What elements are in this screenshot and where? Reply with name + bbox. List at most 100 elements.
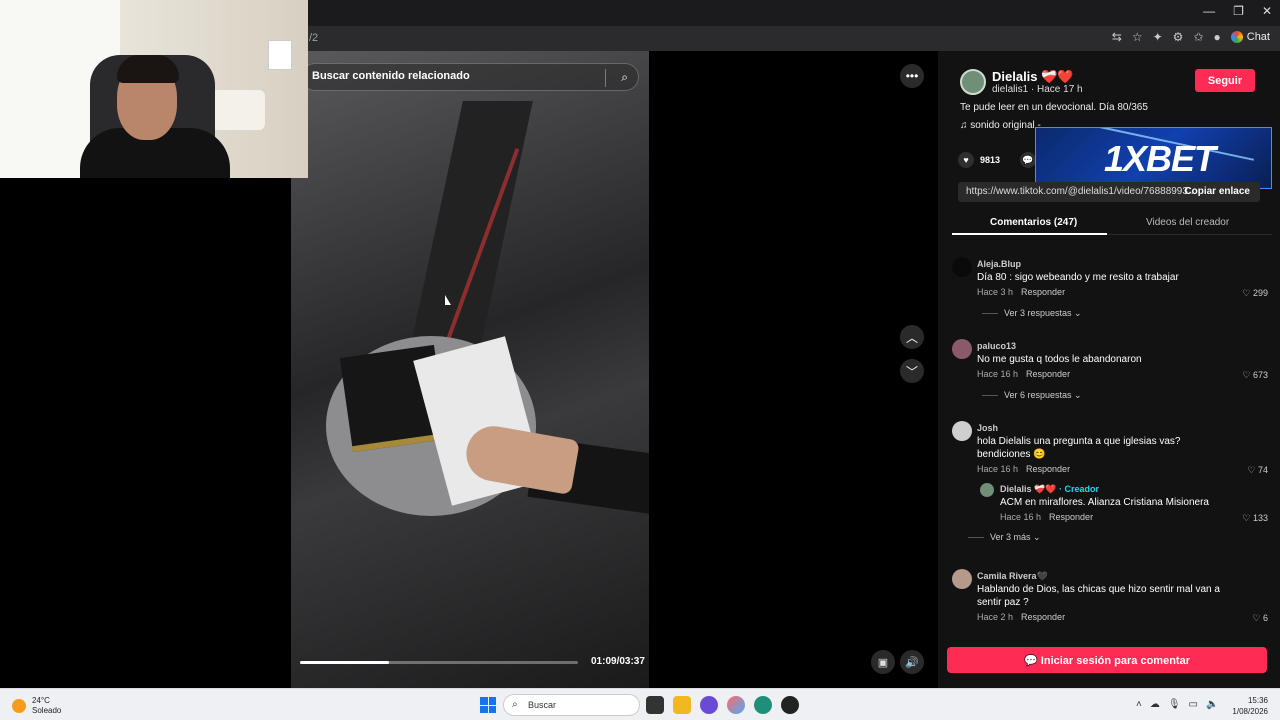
webcam-person-hair — [117, 55, 179, 83]
more-options-icon[interactable]: ••• — [900, 64, 924, 88]
translate-icon[interactable]: ⇆ — [1112, 30, 1122, 44]
login-label: Iniciar sesión para comentar — [1040, 654, 1190, 667]
previous-video-icon[interactable]: ︿ — [900, 325, 924, 349]
comment-avatar[interactable] — [952, 421, 972, 441]
profile-icon[interactable]: ● — [1214, 30, 1221, 44]
start-button-icon[interactable] — [480, 697, 496, 713]
login-to-comment-button[interactable]: 💬 Iniciar sesión para comentar — [947, 647, 1267, 673]
comment-username[interactable]: Aleja.Blup — [977, 259, 1021, 269]
url-text[interactable]: /2 — [309, 32, 318, 44]
video-progress-bar[interactable] — [300, 661, 578, 664]
taskbar-search-label: Buscar — [528, 700, 557, 710]
comment-text: No me gusta q todos le abandonaron — [977, 354, 1142, 365]
comment-like-count: 74 — [1257, 465, 1268, 475]
comment-like[interactable]: ♡ 74 — [1247, 465, 1268, 476]
comment-like[interactable]: ♡ 299 — [1242, 288, 1268, 299]
collections-icon[interactable]: ⚙ — [1173, 30, 1184, 44]
taskbar-clock[interactable]: 15:36 1/08/2026 — [1232, 695, 1268, 717]
weather-widget[interactable]: 24°C Soleado — [12, 696, 61, 716]
comment-like-count: 6 — [1262, 613, 1268, 623]
comment-time: Hace 16 h — [1000, 512, 1042, 522]
view-replies-button[interactable]: Ver 6 respuestas ⌄ — [982, 390, 1082, 401]
comment-time: Hace 16 h — [977, 464, 1019, 474]
details-panel: Dielalis ❤️‍🩹❤️ dielalis1 · Hace 17 h Se… — [938, 51, 1280, 688]
speaker-icon[interactable]: 🔈 — [1206, 699, 1218, 710]
comment-like[interactable]: ♡ 133 — [1242, 513, 1268, 524]
sun-icon — [12, 699, 26, 713]
comment-time: Hace 2 h — [977, 612, 1014, 622]
comment-avatar[interactable] — [952, 339, 972, 359]
author-handle: dielalis1 · Hace 17 h — [992, 84, 1083, 95]
obs-icon[interactable] — [781, 696, 799, 714]
maximize-button[interactable]: ❐ — [1233, 4, 1244, 18]
search-icon[interactable]: ⌕ — [621, 70, 628, 85]
comment-time: Hace 16 h — [977, 369, 1019, 379]
share-link-row: https://www.tiktok.com/@dielalis1/video/… — [958, 182, 1260, 202]
mouse-cursor — [445, 295, 451, 305]
follow-button[interactable]: Seguir — [1195, 69, 1255, 92]
reply-button[interactable]: Responder — [1021, 612, 1065, 622]
comment-text: Día 80 : sigo webeando y me resito a tra… — [977, 272, 1179, 283]
copy-link-button[interactable]: Copiar enlace — [1184, 186, 1250, 197]
comment-username[interactable]: paluco13 — [977, 341, 1016, 351]
video-description: Te pude leer en un devocional. Día 80/36… — [960, 102, 1148, 113]
view-more-replies-button[interactable]: Ver 3 más ⌄ — [968, 532, 1041, 543]
extensions-icon[interactable]: ✦ — [1153, 30, 1163, 44]
reply-button[interactable]: Responder — [1026, 369, 1070, 379]
comment-like[interactable]: ♡ 673 — [1242, 370, 1268, 381]
floating-player-icon[interactable]: ▣ — [871, 650, 895, 674]
window-controls: — ❐ ✕ — [1203, 4, 1272, 18]
comment-list: Aleja.Blup Día 80 : sigo webeando y me r… — [938, 247, 1280, 635]
browser-toolbar: ⇆ ☆ ✦ ⚙ ✩ ● Chat — [1112, 30, 1270, 44]
display-icon[interactable]: ▭ — [1189, 699, 1198, 710]
comment-avatar[interactable] — [952, 569, 972, 589]
chevron-up-icon[interactable]: ˄ — [1136, 699, 1142, 710]
comment-like-count: 133 — [1252, 513, 1268, 523]
engagement-stats: ♥ 9813 💬 — [958, 152, 1037, 168]
video-player[interactable] — [291, 51, 649, 688]
author-avatar[interactable] — [960, 69, 986, 95]
copilot-icon[interactable] — [727, 696, 745, 714]
comment-avatar[interactable] — [952, 257, 972, 277]
task-view-icon[interactable] — [646, 696, 664, 714]
edge-browser-icon[interactable] — [754, 696, 772, 714]
reply-button[interactable]: Responder — [1049, 512, 1093, 522]
close-button[interactable]: ✕ — [1262, 4, 1272, 18]
comment-icon[interactable]: 💬 — [1020, 152, 1037, 168]
view-replies-button[interactable]: Ver 3 respuestas ⌄ — [982, 308, 1082, 319]
sound-link[interactable]: ♫ sonido original - — [960, 120, 1041, 131]
comment-meta: Hace 2 h Responder — [977, 612, 1065, 622]
comment-meta: Hace 16 h Responder — [1000, 512, 1093, 522]
related-search: ⌕ — [301, 63, 639, 91]
comment-avatar[interactable] — [980, 483, 994, 497]
comment-username[interactable]: Dielalis ❤️‍🩹❤️ · Creador — [1000, 484, 1099, 495]
comment-like[interactable]: ♡ 6 — [1252, 613, 1268, 624]
taskbar-search[interactable]: ⌕ Buscar — [503, 694, 640, 716]
next-video-icon[interactable]: ﹀ — [900, 359, 924, 383]
reply-button[interactable]: Responder — [1021, 287, 1065, 297]
favorites-icon[interactable]: ✩ — [1193, 30, 1203, 44]
video-progress-fill — [300, 661, 389, 664]
share-url[interactable]: https://www.tiktok.com/@dielalis1/video/… — [966, 186, 1196, 197]
panel-tabs: Comentarios (247) Videos del creador — [952, 213, 1272, 235]
microphone-icon[interactable]: 🎙 — [1168, 699, 1181, 710]
tab-creator-videos[interactable]: Videos del creador — [1146, 217, 1229, 228]
reply-button[interactable]: Responder — [1026, 464, 1070, 474]
ad-banner[interactable]: 1XBET — [1035, 127, 1272, 189]
comment-username[interactable]: Camila Rivera🖤 — [977, 571, 1048, 582]
minimize-button[interactable]: — — [1203, 4, 1215, 18]
file-explorer-icon[interactable] — [673, 696, 691, 714]
volume-icon[interactable]: 🔊 — [900, 650, 924, 674]
author-name[interactable]: Dielalis ❤️‍🩹❤️ — [992, 69, 1074, 85]
active-tab-indicator — [952, 233, 1107, 235]
comment-like-count: 299 — [1252, 288, 1268, 298]
discord-icon[interactable] — [700, 696, 718, 714]
tab-comments[interactable]: Comentarios (247) — [990, 217, 1077, 228]
chat-button[interactable]: Chat — [1230, 31, 1270, 43]
clock-date: 1/08/2026 — [1232, 707, 1268, 716]
heart-icon[interactable]: ♥ — [958, 152, 974, 168]
comment-username[interactable]: Josh — [977, 423, 998, 433]
star-icon[interactable]: ☆ — [1132, 30, 1143, 44]
related-search-input[interactable] — [312, 70, 602, 82]
cloud-icon[interactable]: ☁ — [1150, 699, 1160, 710]
